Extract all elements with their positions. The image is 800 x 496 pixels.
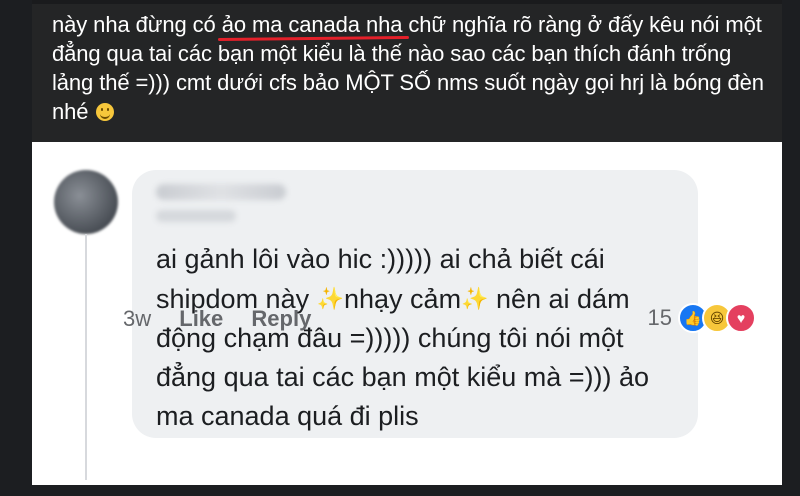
post-body: này nha đừng có ảo ma canada nha chữ ngh… xyxy=(32,0,782,142)
post-text-before: này nha đừng có xyxy=(52,12,222,37)
post-text: này nha đừng có ảo ma canada nha chữ ngh… xyxy=(52,10,772,126)
comment-actions: 3w Like Reply xyxy=(123,306,333,332)
reaction-count[interactable]: 15 xyxy=(648,305,672,331)
reaction-summary[interactable]: 15 👍 😆 ♥ xyxy=(648,303,756,333)
screenshot-frame: này nha đừng có ảo ma canada nha chữ ngh… xyxy=(0,0,800,496)
author-meta-blurred xyxy=(156,210,236,222)
comment-text-part2: nhạy cảm xyxy=(344,284,462,314)
smile-emoji-icon xyxy=(96,103,115,121)
comment-bubble: ai gảnh lôi vào hic :))))) ai chả biết c… xyxy=(132,170,698,438)
comment-timestamp[interactable]: 3w xyxy=(123,306,151,331)
comment-text: ai gảnh lôi vào hic :))))) ai chả biết c… xyxy=(156,240,686,436)
author-name-blurred[interactable] xyxy=(156,184,286,200)
post-text-highlight: ảo ma canada nha xyxy=(221,12,403,37)
love-reaction-icon: ♥ xyxy=(726,303,756,333)
avatar[interactable] xyxy=(54,170,118,234)
top-edge xyxy=(32,0,782,4)
sparkles-icon: ✨ xyxy=(461,286,489,311)
like-button[interactable]: Like xyxy=(179,306,223,331)
reply-button[interactable]: Reply xyxy=(251,306,311,331)
thread-line xyxy=(85,234,87,480)
bottom-edge xyxy=(0,485,800,496)
